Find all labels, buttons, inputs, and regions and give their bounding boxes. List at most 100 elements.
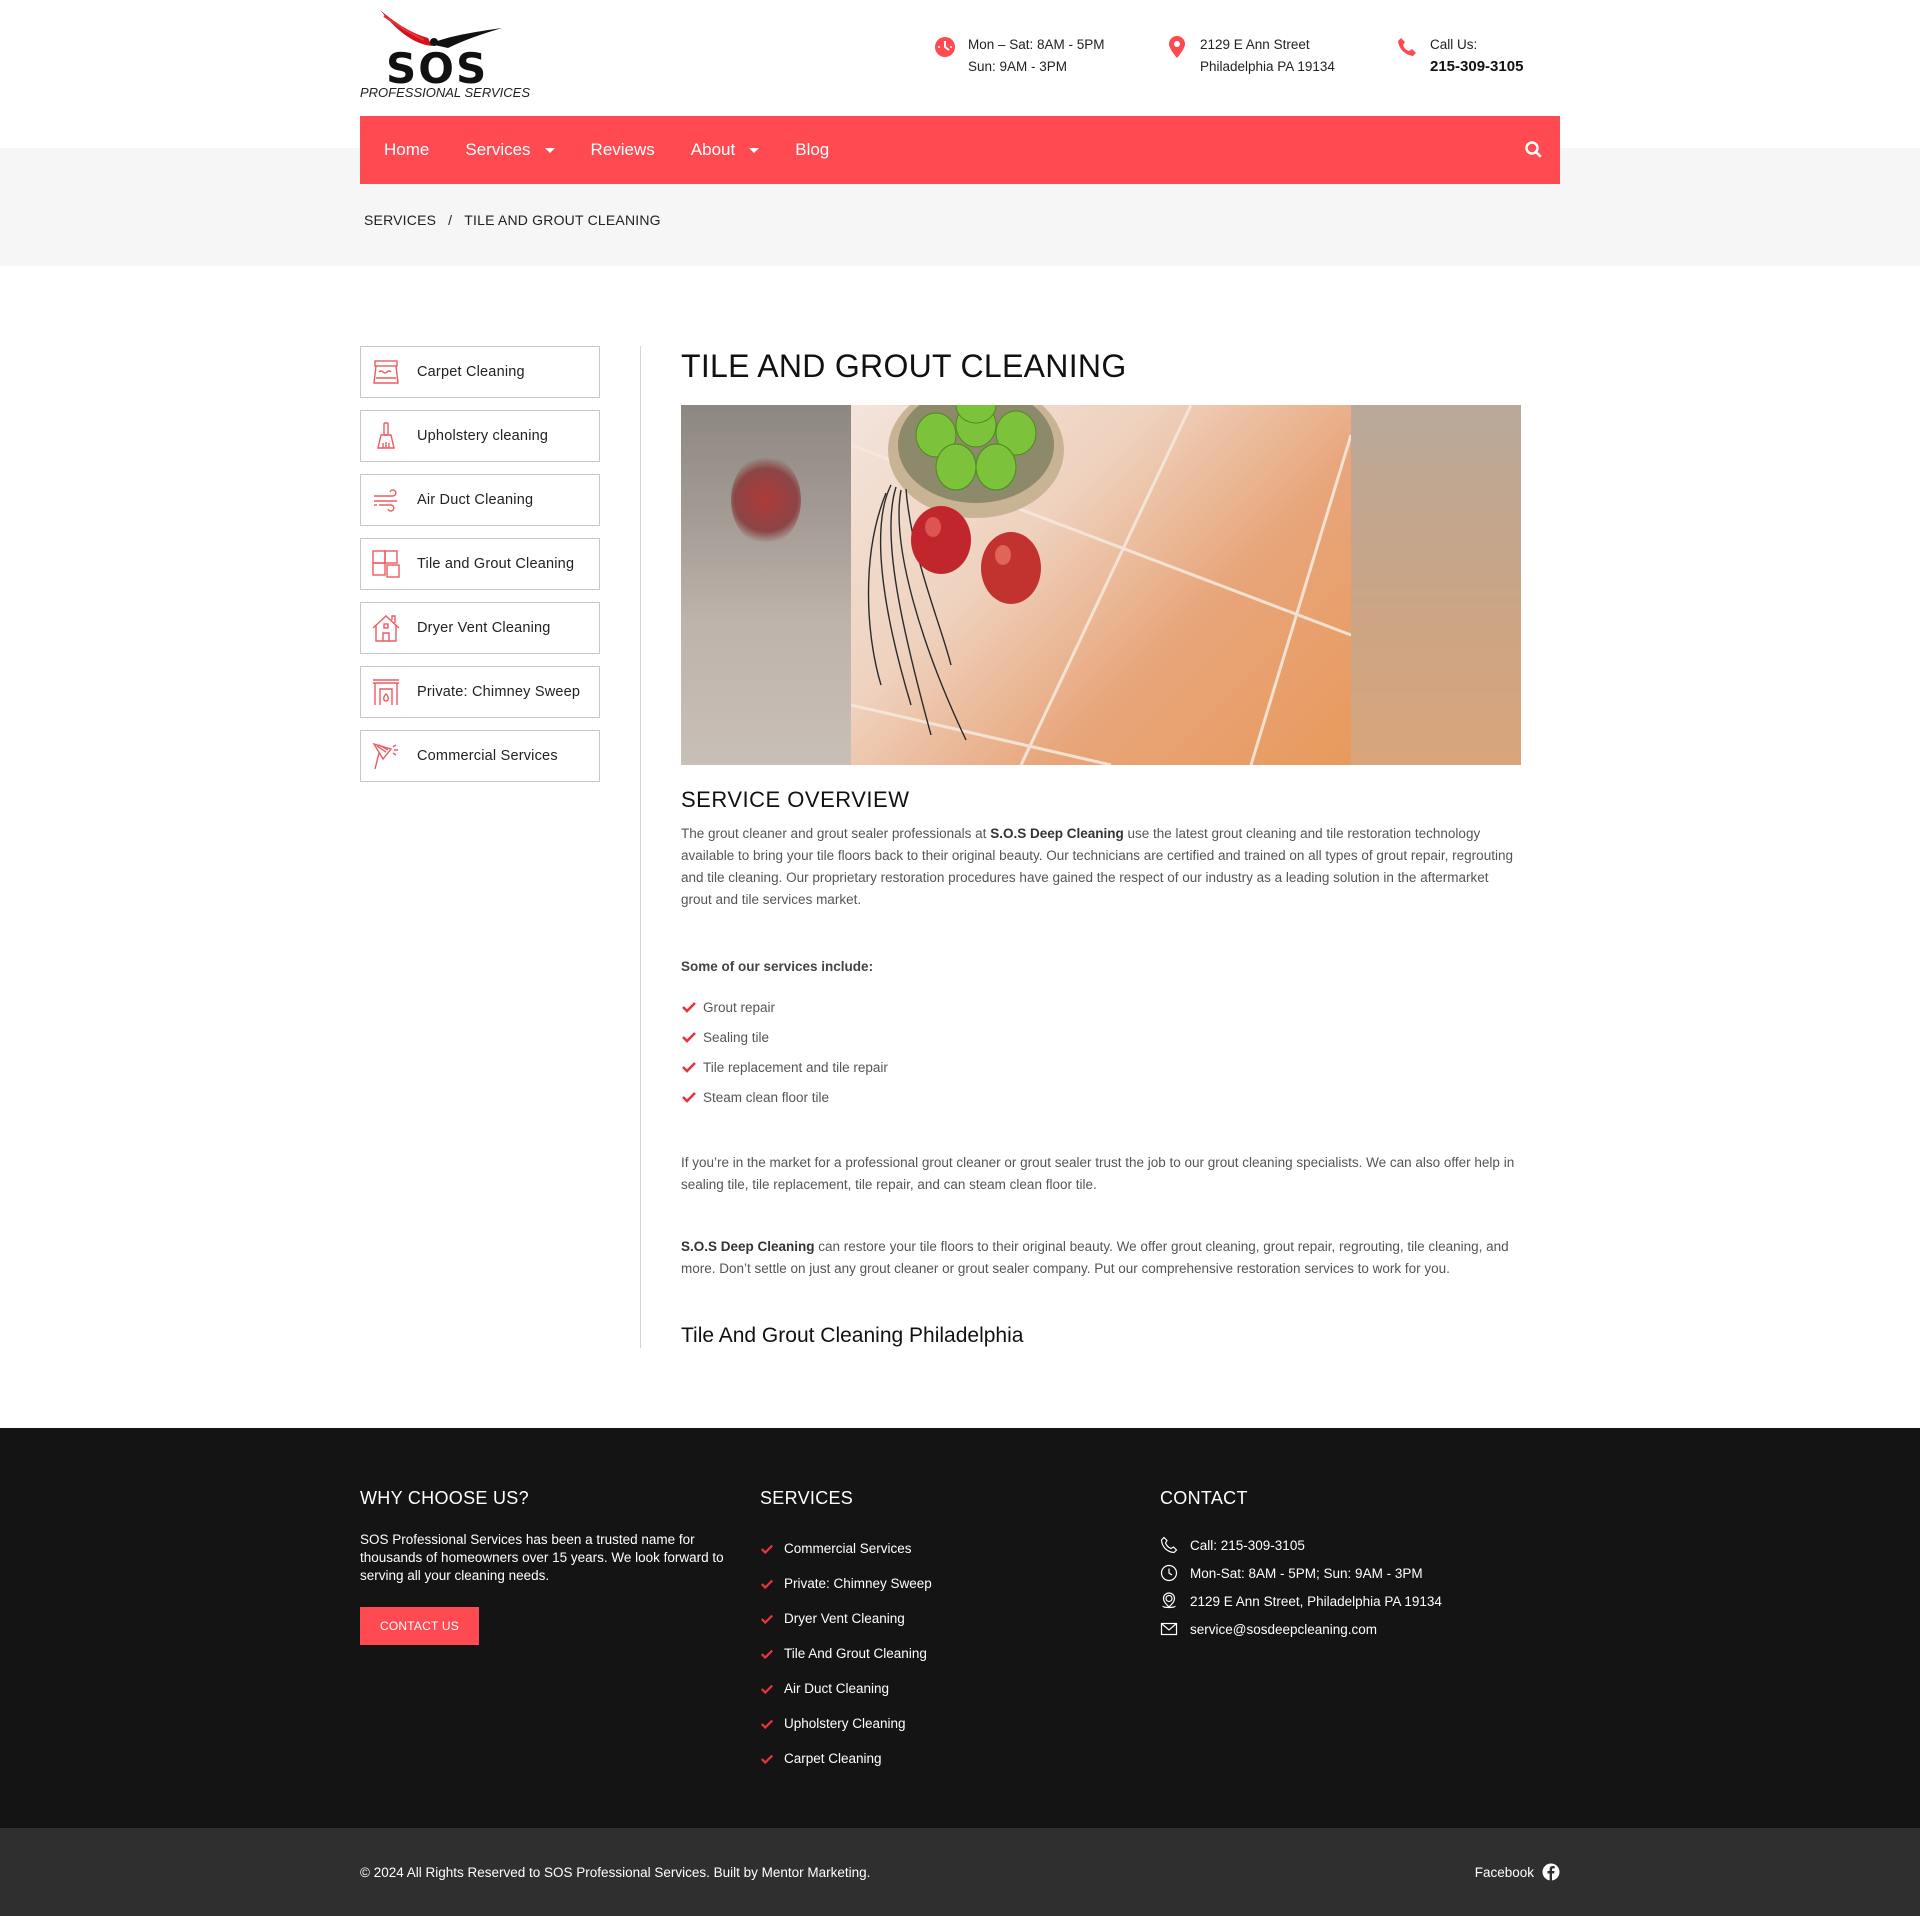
footer-service-link[interactable]: Upholstery Cleaning: [760, 1706, 1160, 1741]
services-checklist: Grout repair Sealing tile Tile replaceme…: [681, 992, 1521, 1112]
caret-down-icon: [749, 147, 760, 153]
column-divider: [640, 346, 641, 1348]
breadcrumb-services[interactable]: SERVICES: [364, 212, 436, 228]
nav-about-label: About: [690, 140, 736, 159]
list-item: Sealing tile: [681, 1022, 1521, 1052]
tiles-icon: [371, 549, 401, 579]
nav-reviews[interactable]: Reviews: [591, 140, 655, 160]
footer-service-label: Upholstery Cleaning: [784, 1716, 906, 1731]
site-logo[interactable]: SOS PROFESSIONAL SERVICES: [360, 10, 530, 102]
caret-down-icon: [544, 147, 555, 153]
map-pin-icon: [1162, 1592, 1176, 1609]
image-blur-right: [1351, 405, 1521, 765]
nav-services-label: Services: [465, 140, 531, 159]
site-header: SOS PROFESSIONAL SERVICES Mon – Sat: 8AM…: [360, 0, 1560, 116]
footer-service-link[interactable]: Carpet Cleaning: [760, 1741, 1160, 1776]
carpet-icon: [371, 357, 401, 387]
search-icon[interactable]: [1522, 138, 1544, 160]
hours-line-1: Mon – Sat: 8AM - 5PM: [968, 37, 1105, 52]
footer-service-label: Commercial Services: [784, 1541, 912, 1556]
footer-service-label: Air Duct Cleaning: [784, 1681, 890, 1696]
nav-blog[interactable]: Blog: [795, 140, 829, 160]
copyright-text: © 2024 All Rights Reserved to SOS Profes…: [360, 1864, 871, 1880]
sidebar-item-label: Air Duct Cleaning: [417, 492, 534, 508]
phone-icon: [1396, 36, 1418, 58]
footer-service-link[interactable]: Air Duct Cleaning: [760, 1671, 1160, 1706]
footer-service-link[interactable]: Commercial Services: [760, 1531, 1160, 1566]
list-item-text: Sealing tile: [703, 1029, 770, 1045]
overview-paragraph: The grout cleaner and grout sealer profe…: [681, 823, 1521, 911]
check-icon: [760, 1614, 774, 1624]
footer-service-label: Dryer Vent Cleaning: [784, 1611, 905, 1626]
footer-contact-address: 2129 E Ann Street, Philadelphia PA 19134: [1160, 1587, 1560, 1615]
philadelphia-heading: Tile And Grout Cleaning Philadelphia: [681, 1324, 1024, 1347]
footer-service-label: Tile And Grout Cleaning: [784, 1646, 927, 1661]
sidebar-item-tile-and-grout-cleaning[interactable]: Tile and Grout Cleaning: [360, 538, 600, 590]
main-nav: Home Services Reviews About Blog: [360, 116, 1560, 184]
address-line-2: Philadelphia PA 19134: [1200, 59, 1335, 74]
header-hours: Mon – Sat: 8AM - 5PM Sun: 9AM - 3PM: [934, 34, 1105, 78]
sidebar-item-label: Tile and Grout Cleaning: [417, 556, 575, 572]
facebook-icon: [1542, 1863, 1560, 1881]
header-phone[interactable]: Call Us: 215-309-3105: [1396, 34, 1523, 78]
footer-service-link[interactable]: Private: Chimney Sweep: [760, 1566, 1160, 1601]
check-icon: [682, 1002, 696, 1013]
phone-label: Call Us:: [1430, 37, 1478, 52]
facebook-label: Facebook: [1474, 1864, 1534, 1880]
footer-why-choose-us: WHY CHOOSE US? SOS Professional Services…: [360, 1488, 760, 1776]
brush-icon: [371, 421, 401, 451]
sidebar-item-dryer-vent-cleaning[interactable]: Dryer Vent Cleaning: [360, 602, 600, 654]
footer-contact-hours: Mon-Sat: 8AM - 5PM; Sun: 9AM - 3PM: [1160, 1559, 1560, 1587]
fireplace-icon: [371, 677, 401, 707]
footer-services: SERVICES Commercial Services Private: Ch…: [760, 1488, 1160, 1776]
sidebar-item-label: Commercial Services: [417, 748, 558, 764]
sidebar-item-label: Carpet Cleaning: [417, 364, 525, 380]
check-icon: [760, 1649, 774, 1659]
facebook-link[interactable]: Facebook: [1475, 1863, 1560, 1881]
services-include-heading: Some of our services include:: [681, 959, 874, 974]
company-name-bold: S.O.S Deep Cleaning: [990, 826, 1124, 841]
footer-contact-phone[interactable]: Call: 215-309-3105: [1160, 1531, 1560, 1559]
check-icon: [760, 1719, 774, 1729]
restore-paragraph: S.O.S Deep Cleaning can restore your til…: [681, 1236, 1521, 1280]
sidebar-item-upholstery-cleaning[interactable]: Upholstery cleaning: [360, 410, 600, 462]
nav-home[interactable]: Home: [384, 140, 429, 160]
nav-services[interactable]: Services: [465, 140, 555, 160]
service-content: TILE AND GROUT CLEANING SERVICE OVERVIEW…: [681, 346, 1521, 1348]
page-hero-band: Home Services Reviews About Blog SERVICE…: [0, 116, 1920, 266]
sidebar-item-label: Dryer Vent Cleaning: [417, 620, 551, 636]
footer-bottom-bar: © 2024 All Rights Reserved to SOS Profes…: [0, 1828, 1920, 1916]
logo-subtitle: PROFESSIONAL SERVICES: [360, 85, 531, 100]
breadcrumb-current: TILE AND GROUT CLEANING: [464, 212, 661, 228]
sidebar-item-chimney-sweep[interactable]: Private: Chimney Sweep: [360, 666, 600, 718]
footer-service-link[interactable]: Tile And Grout Cleaning: [760, 1636, 1160, 1671]
list-item: Steam clean floor tile: [681, 1082, 1521, 1112]
check-icon: [682, 1092, 696, 1103]
sidebar-item-air-duct-cleaning[interactable]: Air Duct Cleaning: [360, 474, 600, 526]
contact-us-button[interactable]: CONTACT US: [360, 1607, 479, 1645]
image-blur-left: [681, 405, 851, 765]
sidebar-item-carpet-cleaning[interactable]: Carpet Cleaning: [360, 346, 600, 398]
sidebar-item-label: Upholstery cleaning: [417, 428, 549, 444]
sidebar-item-commercial-services[interactable]: Commercial Services: [360, 730, 600, 782]
footer-contact-email[interactable]: service@sosdeepcleaning.com: [1160, 1615, 1560, 1643]
map-pin-icon: [1166, 36, 1188, 58]
page-title: TILE AND GROUT CLEANING: [681, 348, 1127, 384]
air-flow-icon: [371, 485, 401, 515]
footer-services-list: Commercial Services Private: Chimney Swe…: [760, 1531, 1160, 1776]
nav-blog-label: Blog: [795, 140, 830, 159]
footer-contact-heading: CONTACT: [1160, 1488, 1248, 1508]
clock-icon: [1160, 1564, 1178, 1582]
check-icon: [760, 1684, 774, 1694]
footer-contact: CONTACT Call: 215-309-3105 Mon-Sat: 8AM …: [1160, 1488, 1560, 1776]
nav-about[interactable]: About: [690, 140, 760, 160]
footer-service-link[interactable]: Dryer Vent Cleaning: [760, 1601, 1160, 1636]
phone-number[interactable]: 215-309-3105: [1430, 58, 1523, 75]
footer-contact-list: Call: 215-309-3105 Mon-Sat: 8AM - 5PM; S…: [1160, 1531, 1560, 1643]
main-section: Carpet Cleaning Upholstery cleaning Air …: [360, 266, 1560, 1428]
check-icon: [760, 1754, 774, 1764]
footer-why-text: SOS Professional Services has been a tru…: [360, 1532, 724, 1583]
list-item-text: Tile replacement and tile repair: [703, 1059, 888, 1075]
overview-heading: SERVICE OVERVIEW: [681, 787, 910, 812]
footer-service-label: Private: Chimney Sweep: [784, 1576, 932, 1591]
